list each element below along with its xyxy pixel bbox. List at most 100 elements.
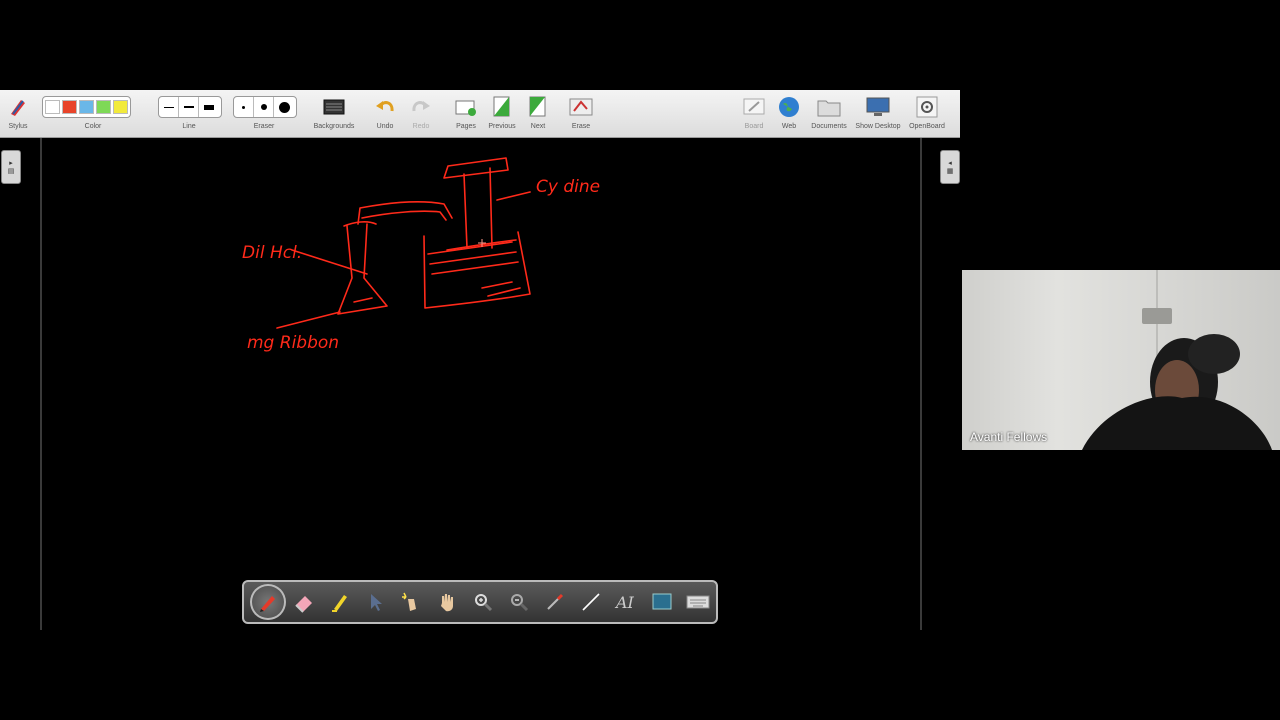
keyboard-tool-button[interactable] <box>680 584 716 620</box>
text-tool-button[interactable]: AI <box>608 584 644 620</box>
next-page-icon <box>529 96 546 117</box>
erase-button[interactable] <box>569 95 593 119</box>
hand-tool-button[interactable] <box>429 584 465 620</box>
previous-button[interactable] <box>490 95 514 119</box>
highlighter-icon <box>331 595 347 612</box>
documents-button[interactable] <box>817 95 841 119</box>
pages-label: Pages <box>456 123 476 130</box>
delivery-tube <box>357 201 453 225</box>
eraser-large-button[interactable] <box>274 97 294 117</box>
chevron-left-icon: ◂ <box>948 160 952 167</box>
redo-icon <box>412 101 430 112</box>
line-tool-button[interactable] <box>573 584 609 620</box>
add-page-icon <box>455 100 476 116</box>
whiteboard-canvas[interactable]: Dil Hcl. Cy dine mg Ribbon <box>40 138 922 630</box>
board-icon <box>743 98 765 115</box>
stylus-palette: AI <box>242 580 718 624</box>
hand-icon <box>441 594 454 612</box>
color-picker-tool-button[interactable] <box>537 584 573 620</box>
laser-pointer-icon <box>402 592 417 611</box>
highlighter-tool-button[interactable] <box>322 584 358 620</box>
library-icon: ▦ <box>946 168 954 175</box>
color-picker-icon <box>546 593 563 610</box>
color-white-swatch[interactable] <box>45 100 60 114</box>
label-mg-ribbon: mg Ribbon <box>247 333 339 353</box>
next-label: Next <box>530 123 546 130</box>
board-button[interactable] <box>742 95 766 119</box>
stylus-label: Stylus <box>8 123 28 130</box>
chevron-right-icon: ▸ <box>9 160 13 167</box>
openboard-label: OpenBoard <box>909 123 945 130</box>
undo-label: Undo <box>376 123 394 130</box>
color-blue-swatch[interactable] <box>79 100 94 114</box>
eraser-icon <box>295 596 312 613</box>
eraser-small-button[interactable] <box>234 97 254 117</box>
undo-button[interactable] <box>373 95 397 119</box>
redo-button[interactable] <box>409 95 433 119</box>
left-panel-toggle[interactable]: ▸ ▤ <box>1 150 21 184</box>
color-yellow-swatch[interactable] <box>113 100 128 114</box>
eraser-medium-button[interactable] <box>254 97 274 117</box>
eraser-tool-button[interactable] <box>286 584 322 620</box>
pen-icon <box>259 596 275 612</box>
show-desktop-label: Show Desktop <box>855 123 901 130</box>
backgrounds-label: Backgrounds <box>313 123 355 130</box>
line-thick-button[interactable] <box>199 97 219 117</box>
trough-outline <box>423 231 531 309</box>
redo-label: Redo <box>412 123 430 130</box>
web-button[interactable] <box>777 95 801 119</box>
erase-label: Erase <box>571 123 591 130</box>
next-button[interactable] <box>526 95 550 119</box>
top-toolbar: Stylus Color Line Eraser Backgrounds Und… <box>0 90 960 138</box>
board-label: Board <box>744 123 764 130</box>
line-medium-button[interactable] <box>179 97 199 117</box>
line-icon <box>581 593 600 611</box>
stylus-icon <box>11 100 25 116</box>
color-label: Color <box>84 123 102 130</box>
zoom-in-icon <box>474 594 493 612</box>
color-green-swatch[interactable] <box>96 100 111 114</box>
stylus-button[interactable] <box>6 95 30 119</box>
capture-tool-button[interactable] <box>644 584 680 620</box>
zoom-out-icon <box>510 594 528 612</box>
show-desktop-button[interactable] <box>866 95 890 119</box>
line-width-selector <box>158 96 222 118</box>
laser-pointer-tool-button[interactable] <box>393 584 429 620</box>
eraser-size-selector <box>233 96 297 118</box>
web-globe-icon <box>779 97 799 117</box>
web-label: Web <box>781 123 797 130</box>
documents-folder-icon <box>817 100 841 117</box>
line-label: Line <box>182 123 196 130</box>
previous-page-icon <box>493 96 510 117</box>
openboard-menu-button[interactable] <box>915 95 939 119</box>
openboard-window: Stylus Color Line Eraser Backgrounds Und… <box>0 90 960 630</box>
keyboard-icon <box>686 595 710 609</box>
pointer-icon <box>371 594 383 611</box>
zoom-out-tool-button[interactable] <box>501 584 537 620</box>
page-list-icon: ▤ <box>7 168 15 175</box>
backgrounds-button[interactable] <box>322 95 346 119</box>
zoom-in-tool-button[interactable] <box>465 584 501 620</box>
monitor-icon <box>866 97 890 116</box>
label-dil-hcl: Dil Hcl. <box>242 243 302 263</box>
right-panel-toggle[interactable]: ◂ ▦ <box>940 150 960 184</box>
undo-icon <box>376 101 394 112</box>
documents-label: Documents <box>811 123 847 130</box>
label-cy-dine: Cy dine <box>536 177 600 197</box>
settings-gear-icon <box>916 96 938 118</box>
participant-video-image <box>1082 270 1272 450</box>
pages-button[interactable] <box>454 95 478 119</box>
eraser-label: Eraser <box>253 123 275 130</box>
line-thin-button[interactable] <box>159 97 179 117</box>
color-palette <box>42 96 131 118</box>
pointer-tool-button[interactable] <box>358 584 394 620</box>
color-red-swatch[interactable] <box>62 100 77 114</box>
backgrounds-icon <box>323 99 345 115</box>
pen-tool-button[interactable] <box>250 584 286 620</box>
gas-jar <box>443 157 509 179</box>
erase-icon <box>569 98 593 116</box>
svg-text:AI: AI <box>614 593 635 612</box>
previous-label: Previous <box>488 123 516 130</box>
capture-icon <box>652 593 672 610</box>
participant-video-tile: Avanti Fellows <box>962 270 1280 450</box>
